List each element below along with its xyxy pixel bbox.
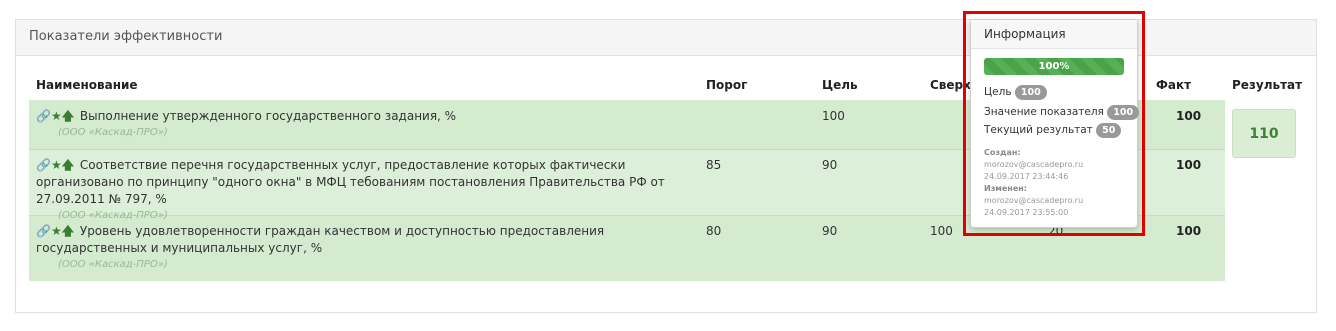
threshold-value: 85 [706, 158, 722, 172]
col-header-result[interactable]: Результат [1232, 78, 1302, 92]
indicator-line: Значение показателя 100 [984, 105, 1140, 120]
current-result-badge: 50 [1096, 123, 1122, 138]
col-header-threshold[interactable]: Порог [706, 78, 747, 92]
indicator-badge: 100 [1107, 105, 1140, 120]
popover-title: Информация [971, 20, 1137, 49]
col-header-over[interactable]: Сверх [930, 78, 971, 92]
link-star-arrow-icon[interactable]: 🔗★🡅 [36, 109, 74, 123]
col-header-name[interactable]: Наименование [36, 78, 138, 92]
progress-fill: 100% [984, 58, 1124, 75]
col-header-target[interactable]: Цель [822, 78, 858, 92]
modified-label: Изменен: [984, 184, 1027, 193]
link-star-arrow-icon[interactable]: 🔗★🡅 [36, 224, 74, 238]
modified-at: 24.09.2017 23:55:00 [984, 208, 1069, 217]
fact-value: 100 [1176, 109, 1202, 123]
target-value: 90 [822, 224, 838, 238]
info-popover: Информация 100% Цель 100 Значение показа… [970, 19, 1140, 228]
indicator-name-cell: 🔗★🡅 Уровень удовлетворенности граждан ка… [36, 223, 696, 272]
organization-label: (ООО «Каскад-ПРО») [58, 127, 168, 138]
result-value-box[interactable]: 110 [1232, 109, 1296, 158]
created-label: Создан: [984, 148, 1021, 157]
col-header-fact[interactable]: Факт [1156, 78, 1191, 92]
goal-line: Цель 100 [984, 85, 1047, 100]
goal-label: Цель [984, 86, 1012, 98]
current-result-line: Текущий результат 50 [984, 123, 1122, 138]
fact-value: 100 [1176, 224, 1202, 238]
created-at: 24.09.2017 23:44:46 [984, 172, 1069, 181]
progress-bar: 100% [984, 58, 1124, 75]
meta-info: Создан: morozov@cascadepro.ru 24.09.2017… [984, 147, 1083, 219]
target-value: 100 [822, 109, 845, 123]
over-value: 100 [930, 224, 953, 238]
modified-by: morozov@cascadepro.ru [984, 196, 1084, 205]
current-result-label: Текущий результат [984, 124, 1093, 136]
indicator-name[interactable]: Уровень удовлетворенности граждан качест… [36, 224, 604, 255]
indicator-label: Значение показателя [984, 106, 1104, 118]
organization-label: (ООО «Каскад-ПРО») [58, 259, 168, 270]
threshold-value: 80 [706, 224, 722, 238]
indicator-name[interactable]: Выполнение утвержденного государственног… [80, 109, 456, 123]
organization-label: (ООО «Каскад-ПРО») [58, 210, 168, 221]
indicator-name-cell: 🔗★🡅 Соответствие перечня государственных… [36, 157, 696, 223]
indicator-name[interactable]: Соответствие перечня государственных усл… [36, 158, 665, 206]
indicator-name-cell: 🔗★🡅 Выполнение утвержденного государстве… [36, 108, 696, 140]
created-by: morozov@cascadepro.ru [984, 160, 1084, 169]
link-star-arrow-icon[interactable]: 🔗★🡅 [36, 158, 74, 172]
fact-value: 100 [1176, 158, 1202, 172]
goal-badge: 100 [1014, 85, 1047, 100]
target-value: 90 [822, 158, 838, 172]
